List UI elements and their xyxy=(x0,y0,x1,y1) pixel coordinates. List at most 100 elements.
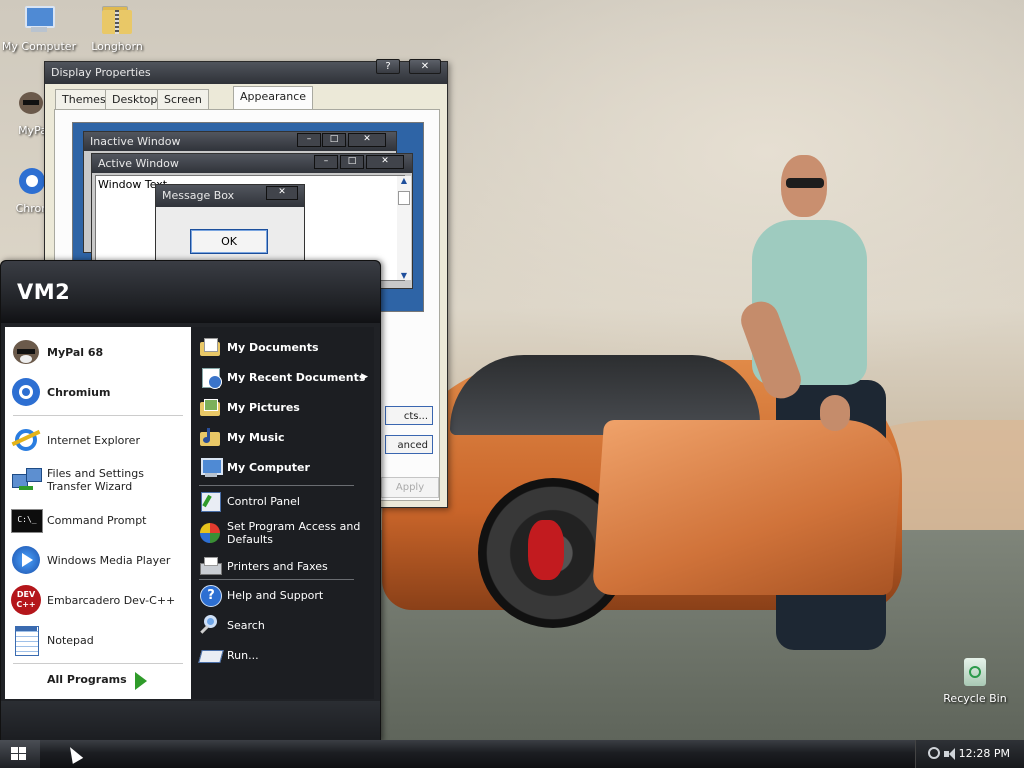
preview-ok-button: OK xyxy=(190,229,268,254)
start-item-label: Windows Media Player xyxy=(47,553,171,567)
start-place-label: Search xyxy=(227,618,265,632)
recent-documents-icon xyxy=(199,366,222,389)
start-menu-header: VM2 xyxy=(1,261,380,323)
zip-folder-icon xyxy=(100,4,134,36)
submenu-arrow-icon: ▶ xyxy=(361,372,368,382)
start-place-label: Printers and Faxes xyxy=(227,559,328,573)
start-place-search[interactable]: Search xyxy=(191,610,374,640)
start-place-control-panel[interactable]: Control Panel xyxy=(191,486,374,516)
pictures-folder-icon xyxy=(199,396,221,418)
help-button[interactable]: ? xyxy=(376,59,400,74)
start-place-printers[interactable]: Printers and Faxes xyxy=(191,551,374,581)
transfer-wizard-icon xyxy=(10,464,42,496)
start-item-label: Chromium xyxy=(47,385,111,399)
taskbar: 12:28 PM xyxy=(0,740,1024,768)
start-item-label: Files and Settings Transfer Wizard xyxy=(47,467,144,493)
scroll-down-icon: ▼ xyxy=(400,271,408,280)
effects-button[interactable]: cts... xyxy=(385,406,433,425)
start-place-label: My Pictures xyxy=(227,400,300,414)
wallpaper-sunglasses xyxy=(786,178,824,188)
start-item-command-prompt[interactable]: C:\_ Command Prompt xyxy=(5,503,191,537)
start-place-my-music[interactable]: My Music xyxy=(191,422,374,452)
desktop-icon-longhorn[interactable]: Longhorn xyxy=(72,4,162,53)
raccoon-icon xyxy=(10,336,42,368)
start-place-help[interactable]: ? Help and Support xyxy=(191,580,374,610)
start-item-notepad[interactable]: Notepad xyxy=(5,623,191,657)
start-place-label: My Computer xyxy=(227,460,310,474)
program-access-icon xyxy=(199,522,221,544)
windows-logo-icon xyxy=(11,747,27,761)
tab-appearance[interactable]: Appearance xyxy=(233,86,314,109)
internet-explorer-icon xyxy=(10,424,42,456)
control-panel-icon xyxy=(199,490,221,512)
start-item-label: Notepad xyxy=(47,633,94,647)
start-place-label: My Documents xyxy=(227,340,319,354)
start-place-my-pictures[interactable]: My Pictures xyxy=(191,392,374,422)
wallpaper-man-hand xyxy=(820,395,850,431)
start-item-devcpp[interactable]: DEV C++ Embarcadero Dev-C++ xyxy=(5,583,191,617)
close-icon: ✕ xyxy=(348,133,386,147)
clock[interactable]: 12:28 PM xyxy=(959,747,1010,760)
raccoon-icon xyxy=(13,88,47,120)
start-button[interactable] xyxy=(0,740,40,768)
start-item-transfer-wizard[interactable]: Files and Settings Transfer Wizard xyxy=(5,462,191,498)
search-icon xyxy=(199,614,221,636)
start-place-label: Run... xyxy=(227,648,259,662)
start-item-mypal[interactable]: MyPal 68 xyxy=(5,335,191,369)
start-item-internet-explorer[interactable]: Internet Explorer xyxy=(5,423,191,457)
documents-folder-icon xyxy=(199,336,221,358)
start-item-label: MyPal 68 xyxy=(47,345,104,359)
apply-button[interactable]: Apply xyxy=(381,477,439,498)
computer-icon xyxy=(199,456,223,478)
start-place-recent-documents[interactable]: My Recent Documents ▶ xyxy=(191,362,374,392)
window-title: Display Properties xyxy=(51,66,151,79)
chromium-icon xyxy=(13,166,47,198)
start-place-label: Set Program Access and Defaults xyxy=(227,520,361,546)
all-programs-arrow-icon xyxy=(135,672,147,690)
user-name: VM2 xyxy=(17,280,71,304)
start-menu-places: My Documents My Recent Documents ▶ My Pi… xyxy=(191,327,374,699)
start-place-run[interactable]: Run... xyxy=(191,640,374,670)
recycle-bin-icon xyxy=(958,656,992,688)
start-item-label: Embarcadero Dev-C++ xyxy=(47,593,176,607)
system-tray: 12:28 PM xyxy=(915,740,1024,768)
start-item-chromium[interactable]: Chromium xyxy=(5,375,191,409)
command-prompt-icon: C:\_ xyxy=(10,504,43,536)
preview-message-box: Message Box ✕ OK xyxy=(155,184,305,264)
minimize-icon: – xyxy=(314,155,338,169)
close-icon: ✕ xyxy=(266,186,298,200)
start-menu-footer xyxy=(1,701,380,741)
start-place-program-access[interactable]: Set Program Access and Defaults xyxy=(191,516,374,550)
advanced-button[interactable]: anced xyxy=(385,435,433,454)
start-menu: VM2 MyPal 68 Chromium Internet Explorer … xyxy=(0,260,381,742)
maximize-icon: □ xyxy=(340,155,364,169)
all-programs-button[interactable]: All Programs xyxy=(47,673,127,686)
network-icon[interactable] xyxy=(928,747,942,761)
start-place-label: Help and Support xyxy=(227,588,324,602)
devcpp-icon: DEV C++ xyxy=(10,584,42,616)
help-icon: ? xyxy=(199,584,222,607)
preview-active-title: Active Window xyxy=(92,154,412,173)
tab-desktop[interactable]: Desktop xyxy=(105,89,165,109)
scroll-thumb xyxy=(398,191,410,205)
start-place-my-computer[interactable]: My Computer xyxy=(191,452,374,482)
volume-icon[interactable] xyxy=(944,748,956,760)
start-place-label: My Music xyxy=(227,430,285,444)
start-item-media-player[interactable]: Windows Media Player xyxy=(5,543,191,577)
wallpaper-car-door xyxy=(591,420,905,595)
start-place-my-documents[interactable]: My Documents xyxy=(191,332,374,362)
wallpaper-haze xyxy=(380,0,1024,380)
scroll-up-icon: ▲ xyxy=(400,176,408,185)
start-place-label: Control Panel xyxy=(227,494,300,508)
start-menu-programs: MyPal 68 Chromium Internet Explorer File… xyxy=(5,327,191,699)
preview-scrollbar: ▲ ▼ xyxy=(397,176,411,280)
separator xyxy=(13,663,183,664)
close-button[interactable]: ✕ xyxy=(409,59,441,74)
computer-icon xyxy=(22,4,56,36)
notepad-icon xyxy=(10,624,42,656)
wallpaper-brake-caliper xyxy=(528,520,564,580)
music-folder-icon xyxy=(199,426,221,448)
desktop-icon-recycle-bin[interactable]: Recycle Bin xyxy=(930,656,1020,705)
tab-screen-saver[interactable]: Screen Saver xyxy=(157,89,209,125)
media-player-icon xyxy=(10,544,42,576)
